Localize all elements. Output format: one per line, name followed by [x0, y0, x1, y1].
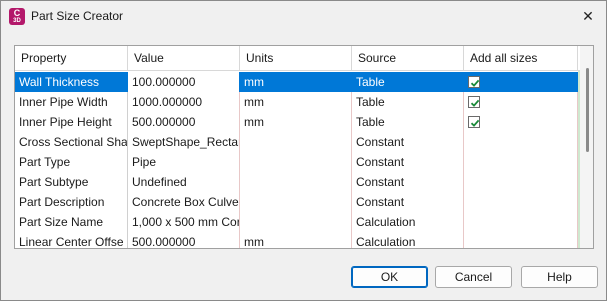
units-cell: mm: [240, 72, 352, 92]
value-cell[interactable]: Concrete Box Culve: [128, 192, 240, 212]
table-row[interactable]: Part Type Pipe Constant: [15, 152, 580, 172]
table-row[interactable]: Part Size Name 1,000 x 500 mm Cor Calculat…: [15, 212, 580, 232]
table-row[interactable]: Inner Pipe Width 1000.000000 mm Table: [15, 92, 580, 112]
units-cell: [240, 212, 352, 232]
part-size-creator-dialog: C 3D Part Size Creator ✕ Property Value …: [0, 0, 607, 301]
units-cell: [240, 172, 352, 192]
add-all-sizes-cell[interactable]: [464, 92, 578, 112]
property-cell: Inner Pipe Width: [15, 92, 128, 112]
property-cell: Inner Pipe Height: [15, 112, 128, 132]
value-cell[interactable]: Pipe: [128, 152, 240, 172]
property-cell: Cross Sectional Sha: [15, 132, 128, 152]
value-cell[interactable]: 500.000000: [128, 232, 240, 248]
add-all-sizes-cell[interactable]: [464, 152, 578, 172]
checkmark-icon: [470, 79, 480, 87]
add-all-sizes-cell[interactable]: [464, 132, 578, 152]
add-all-sizes-cell[interactable]: [464, 192, 578, 212]
column-header-source[interactable]: Source: [352, 46, 464, 71]
window-title: Part Size Creator: [31, 9, 124, 23]
units-cell: mm: [240, 112, 352, 132]
checkmark-icon: [470, 99, 480, 107]
property-cell: Part Size Name: [15, 212, 128, 232]
units-cell: [240, 192, 352, 212]
source-cell: Calculation: [352, 212, 464, 232]
value-cell[interactable]: SweptShape_Rectar: [128, 132, 240, 152]
units-cell: mm: [240, 232, 352, 248]
units-cell: mm: [240, 92, 352, 112]
source-cell: Calculation: [352, 232, 464, 248]
value-cell[interactable]: 1,000 x 500 mm Cor: [128, 212, 240, 232]
value-cell[interactable]: Undefined: [128, 172, 240, 192]
checkmark-icon: [470, 119, 480, 127]
add-all-sizes-cell[interactable]: [464, 72, 578, 92]
units-cell: [240, 132, 352, 152]
value-cell[interactable]: 100.000000: [128, 72, 240, 92]
column-header-value[interactable]: Value: [128, 46, 240, 71]
source-cell: Table: [352, 72, 464, 92]
ok-button[interactable]: OK: [351, 266, 428, 288]
table-row[interactable]: Cross Sectional Sha SweptShape_Rectar Cons…: [15, 132, 580, 152]
title-bar: C 3D Part Size Creator ✕: [1, 1, 606, 32]
property-cell: Part Description: [15, 192, 128, 212]
add-all-sizes-cell[interactable]: [464, 232, 578, 248]
scrollbar-thumb[interactable]: [586, 68, 589, 152]
app-icon-sub: 3D: [13, 18, 21, 24]
table-row[interactable]: Linear Center Offse 500.000000 mm Calculati…: [15, 232, 580, 248]
add-all-sizes-checkbox[interactable]: [468, 96, 480, 108]
value-cell[interactable]: 500.000000: [128, 112, 240, 132]
cancel-button[interactable]: Cancel: [435, 266, 512, 288]
property-cell: Wall Thickness: [15, 72, 128, 92]
add-all-sizes-cell[interactable]: [464, 112, 578, 132]
add-all-sizes-cell[interactable]: [464, 172, 578, 192]
source-cell: Constant: [352, 172, 464, 192]
source-cell: Constant: [352, 192, 464, 212]
help-button[interactable]: Help: [521, 266, 598, 288]
table-row[interactable]: Part Subtype Undefined Constant: [15, 172, 580, 192]
value-cell[interactable]: 1000.000000: [128, 92, 240, 112]
close-icon[interactable]: ✕: [575, 5, 601, 27]
add-all-sizes-cell[interactable]: [464, 212, 578, 232]
column-header-property[interactable]: Property: [15, 46, 128, 71]
property-cell: Part Type: [15, 152, 128, 172]
property-grid: Property Value Units Source Add all size…: [14, 45, 594, 249]
vertical-scrollbar[interactable]: [580, 46, 593, 248]
source-cell: Constant: [352, 152, 464, 172]
app-icon-letter: C: [13, 8, 21, 18]
source-cell: Constant: [352, 132, 464, 152]
units-cell: [240, 152, 352, 172]
column-header-add-all-sizes[interactable]: Add all sizes: [464, 46, 578, 71]
add-all-sizes-checkbox[interactable]: [468, 116, 480, 128]
property-cell: Linear Center Offse: [15, 232, 128, 248]
table-row[interactable]: Wall Thickness 100.000000 mm Table: [15, 72, 580, 92]
property-cell: Part Subtype: [15, 172, 128, 192]
table-row[interactable]: Part Description Concrete Box Culve Consta…: [15, 192, 580, 212]
source-cell: Table: [352, 92, 464, 112]
grid-header: Property Value Units Source Add all size…: [15, 46, 580, 71]
source-cell: Table: [352, 112, 464, 132]
column-header-units[interactable]: Units: [240, 46, 352, 71]
add-all-sizes-checkbox[interactable]: [468, 76, 480, 88]
table-row[interactable]: Inner Pipe Height 500.000000 mm Table: [15, 112, 580, 132]
civil3d-app-icon: C 3D: [9, 8, 25, 25]
